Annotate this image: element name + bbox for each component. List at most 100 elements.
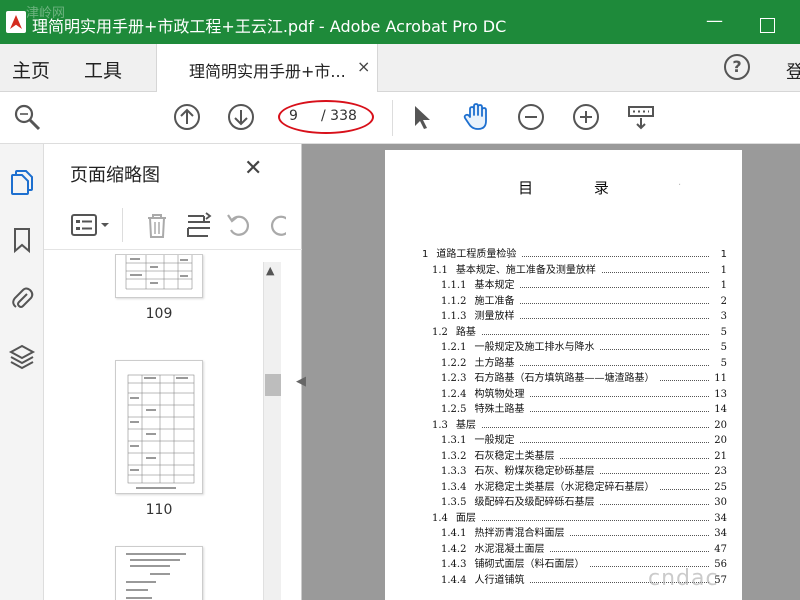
tab-home[interactable]: 主页	[12, 56, 50, 83]
toc-entry-number: 1.2.1	[441, 342, 467, 353]
toc-entry[interactable]: 1.4.2 水泥混凝土面层 47	[385, 541, 727, 555]
toc-entry-title: 水泥混凝土面层	[474, 543, 545, 555]
toc-entry[interactable]: 1.2.5 特殊土路基 14	[385, 401, 727, 415]
thumbnail-page-111[interactable]	[115, 546, 203, 600]
layers-icon[interactable]	[8, 342, 36, 370]
document-tab-label: 理简明实用手册+市...	[189, 62, 346, 81]
toc-dot-leader	[520, 318, 709, 319]
toc-entry-number: 1.3.3	[441, 466, 467, 477]
toc-entry-number: 1.3.4	[441, 481, 467, 493]
toc-dot-leader	[601, 271, 709, 273]
rotate-icon[interactable]	[224, 210, 254, 240]
toc-entry-number: 1.2.5	[441, 404, 467, 415]
toc-entry[interactable]: 1.2.1 一般规定及施工排水与降水 5	[385, 339, 727, 353]
toc-dot-leader	[530, 395, 709, 397]
toc-entry[interactable]: 1.1.3 测量放样 3	[385, 308, 727, 322]
toc-entry[interactable]: 1.3.3 石灰、粉煤灰稳定砂砾基层 23	[385, 463, 727, 477]
bookmark-icon[interactable]	[8, 226, 36, 254]
tab-tools[interactable]: 工具	[84, 56, 122, 83]
toc-dot-leader	[520, 302, 709, 304]
toc-entry[interactable]: 1.3.5 级配碎石及级配碎砾石基层 30	[385, 494, 727, 508]
toc-entry-title: 基本规定	[474, 280, 515, 291]
toc-entry-number: 1.2.3	[441, 373, 467, 384]
toc-entry-number: 1.4.2	[441, 543, 467, 555]
toc-entry-number: 1.3.2	[441, 450, 467, 462]
toc-heading: 目 录	[518, 179, 637, 197]
toc-entry-title: 构筑物处理	[474, 388, 525, 400]
toc-entry-number: 1.1.3	[441, 311, 467, 322]
thumbnail-page-110[interactable]	[115, 360, 203, 494]
toc-dot-leader	[481, 426, 709, 428]
page-display-icon[interactable]	[626, 102, 656, 132]
zoom-in-icon[interactable]	[571, 102, 601, 132]
close-tab-icon[interactable]: ×	[357, 57, 370, 76]
toc-entry-title: 一般规定及施工排水与降水	[474, 342, 595, 353]
toc-entry[interactable]: 1.3.2 石灰稳定土类基层 21	[385, 448, 727, 462]
toc-entry-page: 30	[714, 497, 727, 508]
toolbar-divider	[392, 100, 393, 136]
toc-entry[interactable]: 1.3 基层 20	[385, 417, 727, 431]
toc-entry[interactable]: 1.3.1 一般规定 20	[385, 432, 727, 446]
delete-icon[interactable]	[142, 210, 172, 240]
thumbnail-list: 109 110	[44, 254, 284, 600]
toc-entry-page: 25	[714, 481, 727, 493]
next-page-icon[interactable]	[226, 102, 256, 132]
toc-entry-title: 水泥稳定土类基层（水泥稳定碎石基层）	[474, 481, 655, 493]
thumbnail-scrollbar[interactable]: ▲	[263, 262, 281, 600]
previous-page-icon[interactable]	[172, 102, 202, 132]
toc-entry-page: 47	[714, 543, 727, 555]
page-thumbnails-icon[interactable]	[8, 168, 36, 196]
collapse-panel-arrow-icon[interactable]: ◀	[296, 374, 306, 389]
toc-entry-title: 基层	[455, 419, 476, 431]
tab-document[interactable]: 理简明实用手册+市... ×	[156, 44, 378, 92]
extract-pages-icon[interactable]	[184, 210, 214, 240]
options-menu-icon[interactable]	[70, 210, 109, 240]
thumbnail-label-110: 110	[145, 502, 173, 518]
zoom-out-icon[interactable]	[516, 102, 546, 132]
toc-dot-leader	[481, 333, 709, 335]
red-highlight-annotation	[278, 100, 374, 134]
maximize-button[interactable]	[760, 18, 775, 33]
toc-entry-title: 路基	[455, 326, 476, 338]
toc-dot-leader	[550, 550, 709, 552]
toc-entry-number: 1	[422, 249, 429, 260]
toc-dot-leader	[600, 349, 709, 350]
scroll-up-arrow-icon[interactable]: ▲	[266, 264, 274, 277]
toc-dot-leader	[522, 256, 709, 257]
page-thumbnails-panel: 页面缩略图 ✕ 109 110 ▲	[44, 144, 302, 600]
toc-entry[interactable]: 1.2 路基 5	[385, 324, 727, 338]
minimize-button[interactable]: —	[706, 12, 723, 30]
search-icon[interactable]	[12, 102, 42, 132]
toc-entry[interactable]: 1.3.4 水泥稳定土类基层（水泥稳定碎石基层） 25	[385, 479, 727, 493]
toc-entry-page: 13	[714, 388, 727, 400]
toc-entry[interactable]: 1.1.2 施工准备 2	[385, 293, 727, 307]
toc-entry[interactable]: 1.2.4 构筑物处理 13	[385, 386, 727, 400]
toc-entry[interactable]: 1.1 基本规定、施工准备及测量放样 1	[385, 262, 727, 276]
scrollbar-thumb[interactable]	[265, 374, 281, 396]
toc-entry-page: 1	[720, 264, 727, 276]
toc-entry[interactable]: 1.1.1 基本规定 1	[385, 277, 727, 291]
toc-entry-number: 1.3	[432, 419, 448, 431]
hand-tool-icon[interactable]	[461, 102, 491, 132]
toc-entry-number: 1.2.2	[441, 357, 467, 369]
toc-dot-leader	[600, 473, 709, 474]
close-panel-icon[interactable]: ✕	[244, 156, 262, 181]
thumbnail-page-109[interactable]	[115, 254, 203, 298]
attachment-icon[interactable]	[8, 284, 36, 312]
help-icon[interactable]: ?	[724, 54, 750, 80]
select-cursor-icon[interactable]	[406, 102, 436, 132]
toc-entry-number: 1.1	[432, 264, 448, 276]
panel-toolbar-divider	[122, 208, 123, 242]
toc-entry-page: 1	[720, 280, 727, 291]
toc-entry[interactable]: 1 道路工程质量检验 1	[385, 246, 727, 260]
toc-entry[interactable]: 1.4 面层 34	[385, 510, 727, 524]
toc-entry[interactable]: 1.2.2 土方路基 5	[385, 355, 727, 369]
window-title: 理简明实用手册+市政工程+王云江.pdf - Adobe Acrobat Pro…	[32, 17, 507, 36]
rotate-clockwise-icon[interactable]	[266, 210, 286, 240]
toc-dot-leader	[600, 504, 709, 505]
sign-in-button[interactable]: 登	[786, 58, 800, 84]
toc-dot-leader	[660, 380, 709, 381]
toc-entry-page: 14	[714, 404, 727, 415]
toc-entry[interactable]: 1.2.3 石方路基（石方填筑路基——塘渣路基） 11	[385, 370, 727, 384]
toc-entry[interactable]: 1.4.1 热拌沥青混合料面层 34	[385, 525, 727, 539]
